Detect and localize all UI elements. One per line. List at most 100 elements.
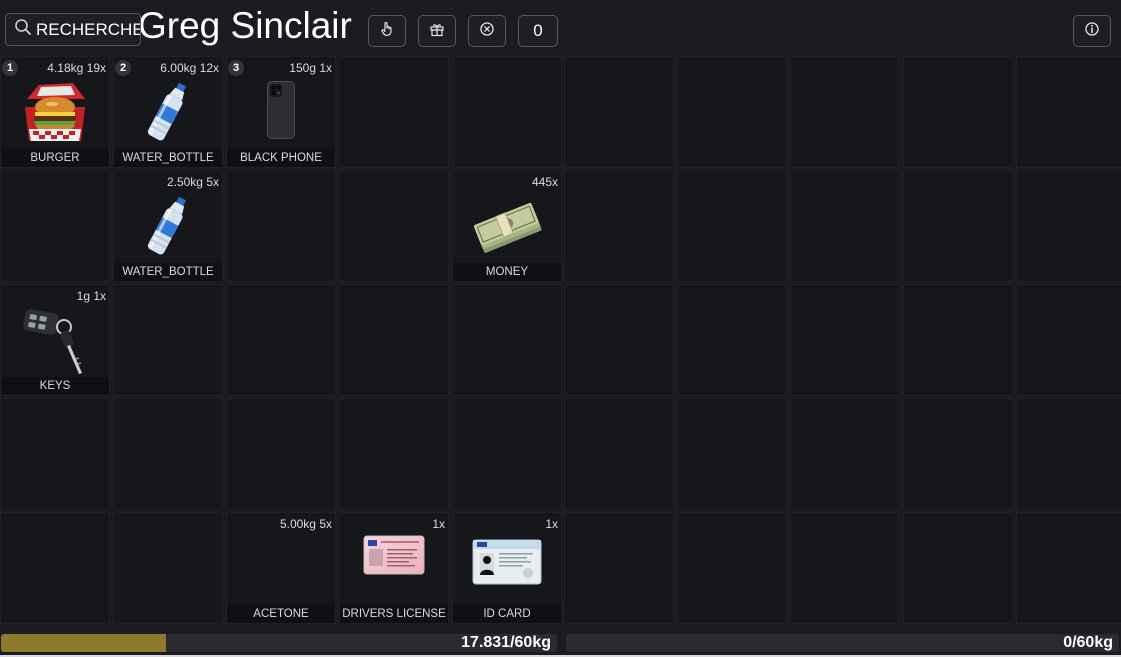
search-icon bbox=[14, 18, 32, 41]
item-label: BURGER bbox=[1, 149, 109, 167]
gift-icon bbox=[429, 21, 445, 42]
inventory-slot-18[interactable] bbox=[226, 398, 336, 510]
item-label: ACETONE bbox=[227, 605, 335, 623]
inventory-screen: Greg Sinclair 0 1 bbox=[0, 0, 1121, 657]
inventory-slot[interactable] bbox=[1016, 170, 1121, 282]
search-input[interactable] bbox=[32, 19, 140, 40]
inventory-slot[interactable] bbox=[677, 170, 787, 282]
item-weight-count: 2.50kg 5x bbox=[166, 175, 219, 189]
inventory-slot[interactable] bbox=[564, 398, 674, 510]
inventory-slot-16[interactable] bbox=[0, 398, 110, 510]
inventory-slot-1[interactable]: 1 4.18kg 19x BURGER bbox=[0, 56, 110, 168]
inventory-slot-5[interactable] bbox=[452, 56, 562, 168]
close-circle-icon bbox=[479, 21, 495, 42]
item-label: MONEY bbox=[453, 263, 561, 281]
inventory-slot-21[interactable] bbox=[0, 512, 110, 624]
close-button[interactable] bbox=[468, 15, 506, 47]
inventory-slot-7[interactable]: 2.50kg 5x WATER_BOTTLE bbox=[113, 170, 223, 282]
inventory-slot-8[interactable] bbox=[226, 170, 336, 282]
inventory-slot[interactable] bbox=[564, 56, 674, 168]
drivers-license-icon bbox=[363, 535, 425, 580]
inventory-slot[interactable] bbox=[564, 284, 674, 396]
hotbar-number: 2 bbox=[115, 60, 131, 76]
inventory-slot[interactable] bbox=[677, 398, 787, 510]
inventory-slot[interactable] bbox=[903, 56, 1013, 168]
inventory-slot[interactable] bbox=[677, 56, 787, 168]
item-label: DRIVERS LICENSE bbox=[340, 605, 448, 623]
inventory-slot-19[interactable] bbox=[339, 398, 449, 510]
hand-pointer-icon bbox=[379, 21, 395, 42]
inventory-slot[interactable] bbox=[790, 284, 900, 396]
inventory-slot-24[interactable]: 1x DRIVERS LICENSE bbox=[339, 512, 449, 624]
inventory-slot-10[interactable]: 445x MONEY bbox=[452, 170, 562, 282]
item-label: KEYS bbox=[1, 377, 109, 395]
hotbar-number: 1 bbox=[2, 60, 18, 76]
inventory-slot-11[interactable]: 1g 1x KEYS bbox=[0, 284, 110, 396]
water-bottle-icon bbox=[143, 79, 193, 150]
search-box[interactable] bbox=[5, 13, 141, 46]
inventory-slot-14[interactable] bbox=[339, 284, 449, 396]
item-weight-count: 1g 1x bbox=[76, 289, 106, 303]
inventory-slot[interactable] bbox=[903, 284, 1013, 396]
player-name: Greg Sinclair bbox=[138, 5, 352, 46]
id-card-icon bbox=[472, 539, 542, 590]
inventory-slot-9[interactable] bbox=[339, 170, 449, 282]
player-weight-fill bbox=[1, 634, 167, 652]
inventory-slot-15[interactable] bbox=[452, 284, 562, 396]
inventory-slot-4[interactable] bbox=[339, 56, 449, 168]
inventory-slot-2[interactable]: 2 6.00kg 12x WATER_BOTTLE bbox=[113, 56, 223, 168]
secondary-inventory-grid bbox=[564, 56, 1121, 624]
inventory-slot-6[interactable] bbox=[0, 170, 110, 282]
item-label: WATER_BOTTLE bbox=[114, 149, 222, 167]
inventory-slot[interactable] bbox=[677, 512, 787, 624]
amount-value: 0 bbox=[533, 21, 543, 40]
amount-input[interactable]: 0 bbox=[518, 15, 558, 47]
inventory-slot[interactable] bbox=[1016, 512, 1121, 624]
inventory-slot[interactable] bbox=[1016, 398, 1121, 510]
water-bottle-icon bbox=[143, 193, 193, 264]
inventory-slot[interactable] bbox=[790, 398, 900, 510]
secondary-weight-bar: 0/60kg bbox=[566, 634, 1119, 652]
player-weight-text: 17.831/60kg bbox=[461, 634, 551, 651]
inventory-slot[interactable] bbox=[1016, 56, 1121, 168]
inventory-slot[interactable] bbox=[790, 56, 900, 168]
secondary-weight-text: 0/60kg bbox=[1063, 634, 1113, 651]
item-weight-count: 4.18kg 19x bbox=[47, 61, 106, 75]
give-button[interactable] bbox=[418, 15, 456, 47]
inventory-slot[interactable] bbox=[1016, 284, 1121, 396]
inventory-slot-17[interactable] bbox=[113, 398, 223, 510]
hotbar-number: 3 bbox=[228, 60, 244, 76]
inventory-slot-3[interactable]: 3 150g 1x BLACK PHONE bbox=[226, 56, 336, 168]
top-bar: Greg Sinclair 0 bbox=[0, 0, 1121, 56]
item-weight-count: 1x bbox=[545, 517, 558, 531]
inventory-slot[interactable] bbox=[564, 512, 674, 624]
item-weight-count: 445x bbox=[531, 175, 558, 189]
use-button[interactable] bbox=[368, 15, 406, 47]
inventory-slot-25[interactable]: 1x ID CARD bbox=[452, 512, 562, 624]
inventory-slot-23[interactable]: 5.00kg 5x ACETONE bbox=[226, 512, 336, 624]
inventory-slot-13[interactable] bbox=[226, 284, 336, 396]
inventory-slot[interactable] bbox=[903, 398, 1013, 510]
inventory-slot[interactable] bbox=[903, 170, 1013, 282]
money-icon bbox=[470, 193, 544, 264]
player-inventory-grid: 1 4.18kg 19x BURGER 2 6.00kg 12x WATER_B… bbox=[0, 56, 562, 624]
inventory-slot[interactable] bbox=[903, 512, 1013, 624]
item-label: WATER_BOTTLE bbox=[114, 263, 222, 281]
info-icon bbox=[1084, 21, 1100, 42]
keys-icon bbox=[20, 305, 90, 384]
player-weight-bar: 17.831/60kg bbox=[1, 634, 557, 652]
inventory-slot-12[interactable] bbox=[113, 284, 223, 396]
item-weight-count: 150g 1x bbox=[289, 61, 332, 75]
inventory-slot[interactable] bbox=[790, 512, 900, 624]
inventory-slot[interactable] bbox=[790, 170, 900, 282]
item-weight-count: 1x bbox=[432, 517, 445, 531]
item-label: ID CARD bbox=[453, 605, 561, 623]
inventory-slot-22[interactable] bbox=[113, 512, 223, 624]
inventory-slot[interactable] bbox=[677, 284, 787, 396]
info-button[interactable] bbox=[1073, 15, 1111, 47]
item-weight-count: 6.00kg 12x bbox=[160, 61, 219, 75]
item-label: BLACK PHONE bbox=[227, 149, 335, 167]
inventory-slot-20[interactable] bbox=[452, 398, 562, 510]
item-weight-count: 5.00kg 5x bbox=[279, 517, 332, 531]
inventory-slot[interactable] bbox=[564, 170, 674, 282]
